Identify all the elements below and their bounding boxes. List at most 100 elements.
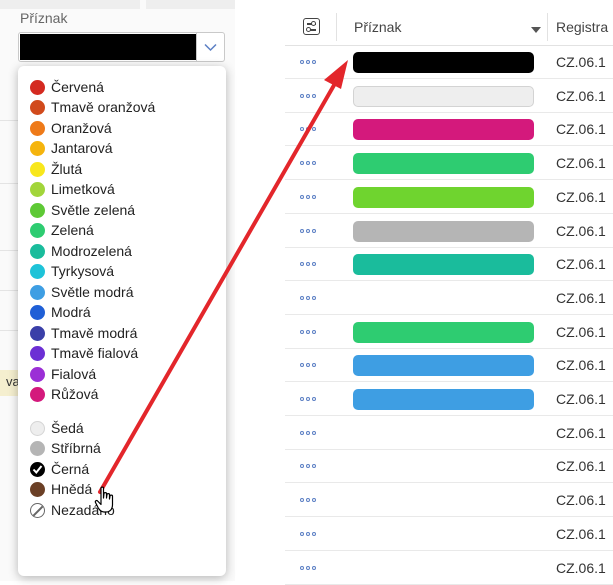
row-menu-icon[interactable] bbox=[300, 295, 316, 300]
table-row[interactable]: CZ.06.1 bbox=[285, 113, 613, 147]
left-top-strip bbox=[0, 0, 235, 9]
table-row[interactable]: CZ.06.1 bbox=[285, 383, 613, 416]
flag-option[interactable]: Světle modrá bbox=[30, 282, 133, 302]
header-separator bbox=[336, 13, 337, 41]
flag-option[interactable]: Žlutá bbox=[30, 159, 82, 179]
row-menu-icon[interactable] bbox=[300, 565, 316, 570]
table-row[interactable]: CZ.06.1 bbox=[285, 450, 613, 484]
table-row[interactable]: CZ.06.1 bbox=[285, 316, 613, 349]
flag-option[interactable]: Hnědá bbox=[30, 479, 92, 499]
flag-option[interactable]: Šedá bbox=[30, 418, 84, 438]
option-label: Tmavě oranžová bbox=[51, 99, 156, 115]
flag-option[interactable]: Tmavě modrá bbox=[30, 323, 137, 343]
registration-cell: CZ.06.1 bbox=[556, 559, 606, 576]
color-dot-icon bbox=[30, 366, 45, 382]
flag-option[interactable]: Tyrkysová bbox=[30, 261, 114, 281]
flag-option[interactable]: Tmavě oranžová bbox=[30, 97, 155, 117]
row-menu-icon[interactable] bbox=[300, 228, 316, 233]
registration-cell: CZ.06.1 bbox=[556, 188, 606, 205]
check-icon bbox=[30, 461, 45, 477]
flag-option[interactable]: Modrozelená bbox=[30, 241, 132, 261]
color-dot-icon bbox=[30, 420, 45, 436]
table-row[interactable]: CZ.06.1 bbox=[285, 215, 613, 248]
row-menu-icon[interactable] bbox=[300, 397, 316, 401]
flag-color-bar bbox=[353, 119, 534, 141]
row-menu-icon[interactable] bbox=[300, 93, 316, 98]
table-row[interactable]: CZ.06.1 bbox=[285, 46, 613, 79]
option-label: Světle zelená bbox=[51, 202, 136, 218]
registration-cell: CZ.06.1 bbox=[556, 87, 606, 104]
flag-option[interactable]: Oranžová bbox=[30, 118, 112, 138]
flag-option[interactable]: Modrá bbox=[30, 302, 91, 322]
table-row[interactable]: CZ.06.1 bbox=[285, 80, 613, 113]
option-label: Červená bbox=[51, 79, 104, 95]
table-row[interactable]: CZ.06.1 bbox=[285, 518, 613, 551]
flag-option[interactable]: Černá bbox=[30, 459, 89, 479]
option-label: Modrá bbox=[51, 304, 91, 320]
table-row[interactable]: CZ.06.1 bbox=[285, 181, 613, 214]
row-menu-icon[interactable] bbox=[300, 363, 316, 368]
sort-down-icon[interactable] bbox=[531, 27, 541, 33]
flag-option[interactable]: Světle zelená bbox=[30, 200, 135, 220]
table-row[interactable]: CZ.06.1 bbox=[285, 417, 613, 450]
chevron-down-icon[interactable] bbox=[196, 33, 224, 61]
row-menu-icon[interactable] bbox=[300, 127, 316, 132]
color-dot-icon bbox=[30, 99, 45, 115]
color-dot-icon bbox=[30, 161, 45, 177]
color-dot-icon bbox=[30, 79, 45, 95]
table-row[interactable]: CZ.06.1 bbox=[285, 147, 613, 181]
flag-option[interactable]: Jantarová bbox=[30, 138, 112, 158]
row-divider bbox=[0, 120, 20, 121]
row-menu-icon[interactable] bbox=[300, 430, 316, 435]
row-menu-icon[interactable] bbox=[300, 262, 316, 267]
filter-label: Příznak bbox=[20, 10, 68, 26]
registration-cell: CZ.06.1 bbox=[556, 424, 606, 441]
table-row[interactable]: CZ.06.1 bbox=[285, 282, 613, 315]
flag-color-bar bbox=[353, 52, 534, 73]
flag-color-bar bbox=[353, 220, 534, 242]
flag-option[interactable]: Zelená bbox=[30, 220, 94, 240]
option-label: Oranžová bbox=[51, 120, 112, 136]
row-divider bbox=[0, 330, 20, 331]
option-label: Světle modrá bbox=[51, 284, 134, 300]
flag-dropdown-list: Červená Tmavě oranžová Oranžová Jantarová Žl… bbox=[18, 66, 226, 576]
flag-option[interactable]: Tmavě fialová bbox=[30, 343, 138, 363]
highlighted-row: va bbox=[0, 370, 20, 396]
row-menu-icon[interactable] bbox=[300, 464, 316, 469]
option-label: Žlutá bbox=[51, 161, 83, 177]
table-row[interactable]: CZ.06.1 bbox=[285, 248, 613, 282]
table-row[interactable]: CZ.06.1 bbox=[285, 552, 613, 585]
flag-option[interactable]: Růžová bbox=[30, 384, 98, 404]
row-menu-icon[interactable] bbox=[300, 194, 316, 199]
flag-select[interactable] bbox=[18, 32, 225, 62]
flag-option[interactable]: Fialová bbox=[30, 364, 96, 384]
color-dot-icon bbox=[30, 304, 45, 320]
hand-pointer-icon bbox=[94, 486, 114, 513]
registration-cell: CZ.06.1 bbox=[556, 323, 606, 340]
flag-option[interactable]: Stříbrná bbox=[30, 438, 101, 458]
table-row[interactable]: CZ.06.1 bbox=[285, 484, 613, 518]
option-label: Tyrkysová bbox=[51, 263, 115, 279]
column-settings-icon[interactable] bbox=[303, 18, 320, 35]
color-dot-icon bbox=[30, 386, 45, 402]
table-row[interactable]: CZ.06.1 bbox=[285, 349, 613, 383]
option-label: Tmavě fialová bbox=[51, 345, 139, 361]
registration-cell: CZ.06.1 bbox=[556, 222, 606, 239]
registration-cell: CZ.06.1 bbox=[556, 289, 606, 306]
option-label: Černá bbox=[51, 461, 90, 477]
flag-option[interactable]: Červená bbox=[30, 77, 104, 97]
row-menu-icon[interactable] bbox=[300, 498, 316, 503]
color-dot-icon bbox=[30, 345, 45, 361]
row-menu-icon[interactable] bbox=[300, 531, 316, 536]
row-divider bbox=[0, 183, 20, 184]
option-label: Stříbrná bbox=[51, 440, 101, 456]
row-menu-icon[interactable] bbox=[300, 161, 316, 166]
row-menu-icon[interactable] bbox=[300, 329, 316, 334]
registration-cell: CZ.06.1 bbox=[556, 525, 606, 542]
column-header-registrace[interactable]: Registra bbox=[556, 19, 608, 35]
row-menu-icon[interactable] bbox=[300, 60, 316, 64]
flag-option[interactable]: Limetková bbox=[30, 179, 115, 199]
none-icon bbox=[30, 502, 45, 518]
flag-color-bar bbox=[353, 85, 534, 107]
column-header-priznak[interactable]: Příznak bbox=[354, 19, 401, 35]
